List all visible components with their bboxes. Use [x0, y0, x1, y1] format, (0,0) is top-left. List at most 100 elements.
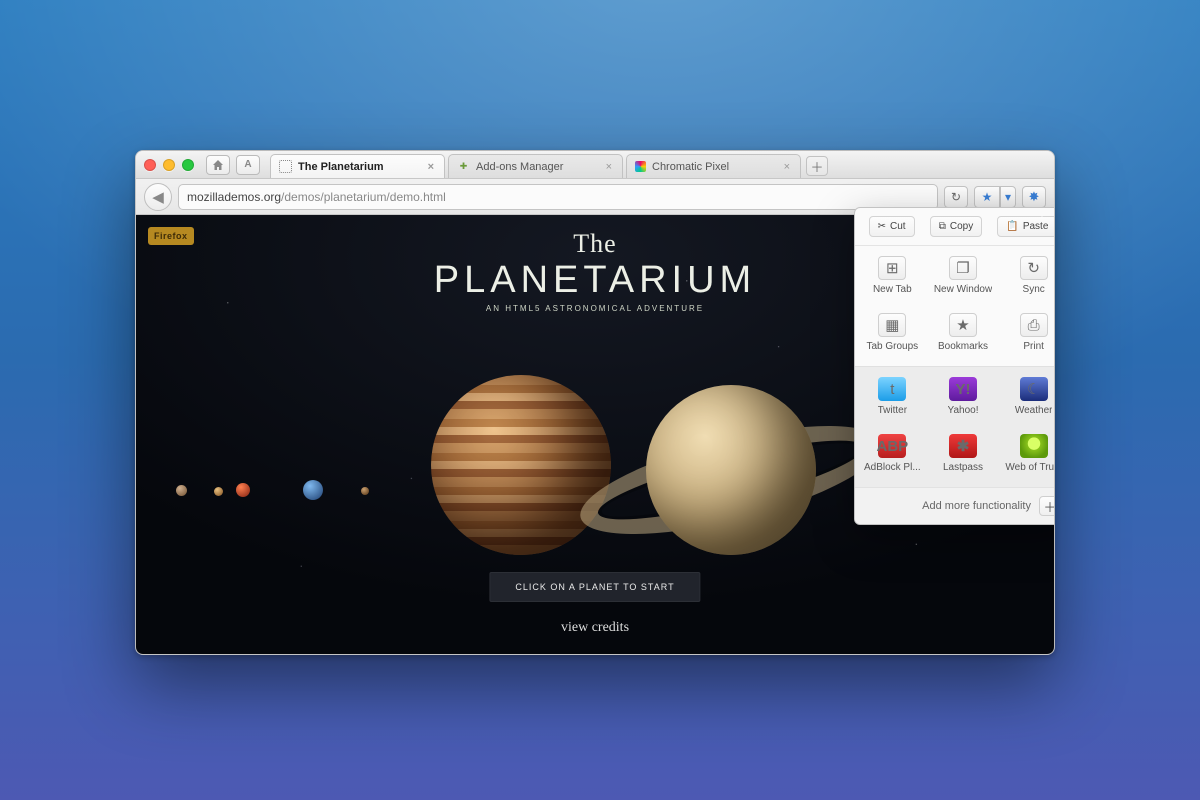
menu-item-label: New Window: [934, 284, 992, 295]
url-path: /demos/planetarium/demo.html: [281, 190, 446, 204]
favicon-icon: ✚: [457, 160, 470, 173]
bookmark-dropdown-button[interactable]: ▾: [1000, 186, 1016, 208]
copy-label: Copy: [950, 221, 973, 232]
menu-item-label: Yahoo!: [948, 405, 979, 416]
planet-venus[interactable]: [214, 487, 223, 496]
menu-item-tabgroups[interactable]: ▦Tab Groups: [857, 309, 928, 356]
menu-item-label: Sync: [1023, 284, 1045, 295]
cut-button[interactable]: ✂ Cut: [869, 216, 915, 237]
newwindow-icon: ❐: [949, 256, 977, 280]
tab-label: Chromatic Pixel: [652, 161, 729, 173]
gear-icon: ✸: [1029, 189, 1040, 205]
tab-planetarium[interactable]: The Planetarium ×: [270, 154, 445, 178]
gear-menu-panel: ✂ Cut ⧉ Copy 📋 Paste ⊞ New Tab ❐ New Window…: [854, 207, 1055, 525]
window-controls: [144, 159, 194, 171]
url-input[interactable]: mozillademos.org/demos/planetarium/demo.…: [178, 184, 938, 210]
clipboard-icon: 📋: [1006, 221, 1018, 232]
close-window-button[interactable]: [144, 159, 156, 171]
weather-icon: ☾: [1020, 377, 1048, 401]
menu-item-bookmarks[interactable]: ★ Bookmarks: [928, 309, 999, 356]
yahoo-icon: Y!: [949, 377, 977, 401]
home-icon: [212, 159, 224, 171]
menu-item-abp[interactable]: ABP AdBlock Pl...: [857, 430, 928, 477]
add-functionality-button[interactable]: ＋: [1039, 496, 1055, 516]
wot-icon: [1020, 434, 1048, 458]
back-arrow-icon: ◀: [152, 188, 164, 206]
menu-item-label: Lastpass: [943, 462, 983, 473]
view-credits-link[interactable]: view credits: [561, 620, 629, 636]
menu-item-twitter[interactable]: t Twitter: [857, 373, 928, 420]
lastpass-icon: ✱: [949, 434, 977, 458]
abp-icon: ABP: [878, 434, 906, 458]
zoom-window-button[interactable]: [182, 159, 194, 171]
menu-item-label: Weather: [1015, 405, 1053, 416]
back-button[interactable]: ◀: [144, 183, 172, 211]
tab-close-button[interactable]: ×: [782, 161, 792, 173]
twitter-icon: t: [878, 377, 906, 401]
menu-item-newwindow[interactable]: ❐ New Window: [928, 252, 999, 299]
home-button[interactable]: [206, 155, 230, 175]
reload-button[interactable]: ↻: [944, 186, 968, 208]
tab-chromatic-pixel[interactable]: Chromatic Pixel ×: [626, 154, 801, 178]
menu-item-weather[interactable]: ☾ Weather: [998, 373, 1055, 420]
menu-item-wot[interactable]: Web of Trust: [998, 430, 1055, 477]
browser-window: A The Planetarium × ✚ Add-ons Manager × …: [135, 150, 1055, 655]
menu-item-label: Bookmarks: [938, 341, 988, 352]
cut-label: Cut: [890, 221, 906, 232]
new-tab-button[interactable]: ＋: [806, 156, 828, 176]
star-icon: ★: [982, 190, 993, 204]
extension-items-grid: t Twitter Y! Yahoo! ☾ Weather ABP AdBlock Pl...…: [855, 366, 1055, 487]
plus-icon: ＋: [810, 157, 823, 176]
planet-mars[interactable]: [236, 483, 250, 497]
tab-close-button[interactable]: ×: [426, 161, 436, 173]
panel-footer: Add more functionality ＋: [855, 487, 1055, 524]
menu-item-label: Web of Trust: [1005, 462, 1055, 473]
url-host: mozillademos.org: [187, 190, 281, 204]
paste-button[interactable]: 📋 Paste: [997, 216, 1055, 237]
planet-small[interactable]: [361, 487, 369, 495]
edit-actions-row: ✂ Cut ⧉ Copy 📋 Paste: [855, 208, 1055, 246]
start-hint: CLICK ON A PLANET TO START: [489, 572, 700, 602]
menu-item-yahoo[interactable]: Y! Yahoo!: [928, 373, 999, 420]
titlebar: A The Planetarium × ✚ Add-ons Manager × …: [136, 151, 1054, 179]
tab-label: The Planetarium: [298, 161, 384, 173]
reload-icon: ↻: [951, 190, 961, 204]
chevron-down-icon: ▾: [1005, 190, 1011, 204]
copy-button[interactable]: ⧉ Copy: [930, 216, 983, 237]
paste-label: Paste: [1023, 221, 1049, 232]
print-icon: ⎙: [1020, 313, 1048, 337]
favicon-icon: [279, 160, 292, 173]
copy-icon: ⧉: [939, 221, 946, 232]
sync-icon: ↻: [1020, 256, 1048, 280]
menu-item-label: New Tab: [873, 284, 912, 295]
menu-item-lastpass[interactable]: ✱ Lastpass: [928, 430, 999, 477]
planet-saturn[interactable]: [646, 385, 816, 555]
plus-icon: ＋: [1043, 497, 1055, 516]
tabstrip: The Planetarium × ✚ Add-ons Manager × Ch…: [266, 151, 1046, 178]
bookmark-button[interactable]: ★: [974, 186, 1000, 208]
favicon-icon: [635, 161, 646, 172]
tab-close-button[interactable]: ×: [604, 161, 614, 173]
menu-item-newtab[interactable]: ⊞ New Tab: [857, 252, 928, 299]
scissors-icon: ✂: [878, 221, 886, 232]
menu-item-print[interactable]: ⎙ Print: [998, 309, 1055, 356]
planet-jupiter[interactable]: [431, 375, 611, 555]
menu-item-sync[interactable]: ↻ Sync: [998, 252, 1055, 299]
planet-mercury[interactable]: [176, 485, 187, 496]
menu-item-label: Tab Groups: [866, 341, 918, 352]
newtab-icon: ⊞: [878, 256, 906, 280]
menu-item-label: AdBlock Pl...: [864, 462, 921, 473]
tab-addons-manager[interactable]: ✚ Add-ons Manager ×: [448, 154, 623, 178]
planet-earth[interactable]: [303, 480, 323, 500]
page-info-button[interactable]: A: [236, 155, 260, 175]
menu-button[interactable]: ✸: [1022, 186, 1046, 208]
minimize-window-button[interactable]: [163, 159, 175, 171]
builtin-items-grid: ⊞ New Tab ❐ New Window ↻ Sync ▦Tab Groups ★ Book…: [855, 246, 1055, 366]
menu-item-label: Print: [1023, 341, 1044, 352]
tab-label: Add-ons Manager: [476, 161, 563, 173]
bookmarks-icon: ★: [949, 313, 977, 337]
add-functionality-link[interactable]: Add more functionality: [922, 500, 1031, 512]
page-info-icon: A: [244, 159, 251, 170]
bookmark-split-button: ★ ▾: [974, 186, 1016, 208]
menu-item-label: Twitter: [878, 405, 907, 416]
